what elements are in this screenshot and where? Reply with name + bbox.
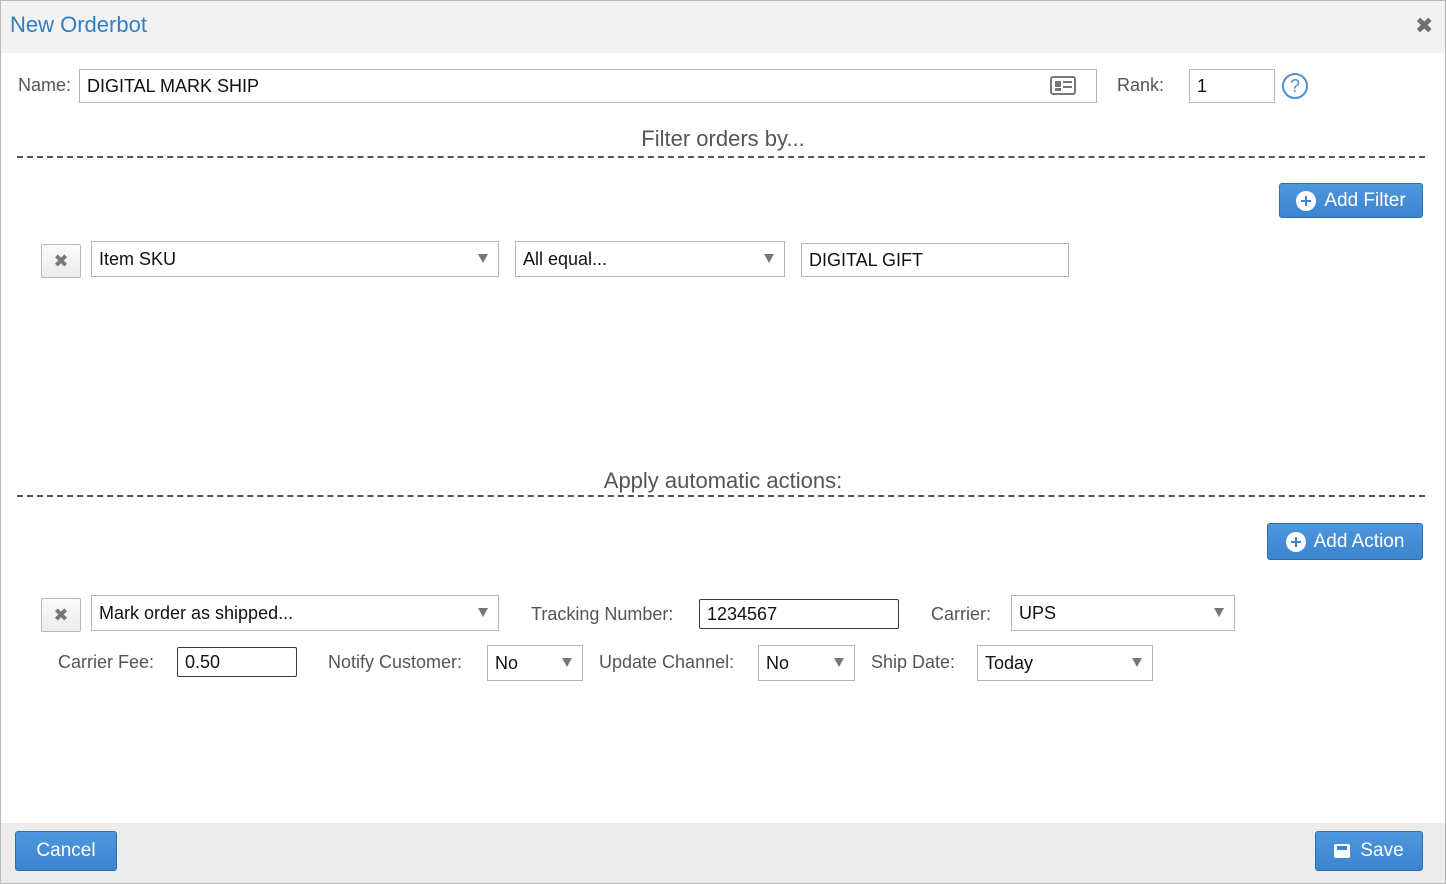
actions-section-title: Apply automatic actions: <box>603 468 843 493</box>
filter-operator-value: All equal... <box>523 248 608 269</box>
chevron-down-icon <box>764 254 774 263</box>
actions-divider <box>17 495 1425 497</box>
add-filter-button[interactable]: Add Filter <box>1279 183 1423 218</box>
remove-x-icon: ✖ <box>53 250 69 271</box>
action-type-select[interactable]: Mark order as shipped... <box>91 595 499 631</box>
remove-action-button[interactable]: ✖ <box>41 598 81 632</box>
name-input[interactable]: DIGITAL MARK SHIP <box>79 69 1097 103</box>
rank-label: Rank: <box>1117 75 1165 95</box>
chevron-down-icon <box>562 658 572 667</box>
ship-date-select[interactable]: Today <box>977 645 1153 681</box>
save-icon <box>1334 844 1351 858</box>
cancel-button[interactable]: Cancel <box>15 831 117 871</box>
chevron-down-icon <box>478 254 488 263</box>
carrier-fee-label: Carrier Fee: <box>58 652 155 672</box>
cancel-label: Cancel <box>36 840 96 861</box>
notify-customer-select[interactable]: No <box>487 645 583 681</box>
plus-circle-icon <box>1285 531 1306 552</box>
rank-input-value: 1 <box>1197 75 1208 96</box>
chevron-down-icon <box>1214 608 1224 617</box>
plus-circle-icon <box>1296 190 1317 211</box>
rank-input[interactable]: 1 <box>1189 69 1275 103</box>
filter-value-input[interactable]: DIGITAL GIFT <box>801 243 1069 277</box>
notify-customer-label: Notify Customer: <box>328 652 463 672</box>
tracking-number-value: 1234567 <box>707 603 778 624</box>
update-channel-value: No <box>766 652 790 673</box>
close-icon[interactable]: ✖ <box>1415 15 1433 37</box>
tracking-number-label: Tracking Number: <box>531 604 674 624</box>
help-icon[interactable]: ? <box>1282 73 1308 99</box>
filter-field-value: Item SKU <box>99 248 177 269</box>
carrier-fee-input[interactable]: 0.50 <box>177 647 297 677</box>
chevron-down-icon <box>1132 658 1142 667</box>
tracking-number-input[interactable]: 1234567 <box>699 599 899 629</box>
dialog-footer: Cancel Save <box>1 823 1445 883</box>
filter-divider <box>17 156 1425 158</box>
name-input-value: DIGITAL MARK SHIP <box>87 75 260 96</box>
add-filter-label: Add Filter <box>1324 189 1406 211</box>
ship-date-value: Today <box>985 652 1034 673</box>
notify-customer-value: No <box>495 652 519 673</box>
remove-x-icon: ✖ <box>53 604 69 625</box>
update-channel-select[interactable]: No <box>758 645 855 681</box>
filter-value-text: DIGITAL GIFT <box>809 249 924 270</box>
dialog-title: New Orderbot <box>10 12 147 37</box>
filter-section-title: Filter orders by... <box>641 126 805 151</box>
carrier-select[interactable]: UPS <box>1011 595 1235 631</box>
filter-field-select[interactable]: Item SKU <box>91 241 499 277</box>
carrier-value: UPS <box>1019 602 1057 623</box>
add-action-button[interactable]: Add Action <box>1267 523 1423 560</box>
chevron-down-icon <box>834 658 844 667</box>
filter-operator-select[interactable]: All equal... <box>515 241 785 277</box>
save-label: Save <box>1360 840 1404 861</box>
contact-card-icon[interactable] <box>1050 76 1076 95</box>
save-button[interactable]: Save <box>1315 831 1423 871</box>
orderbot-dialog: New Orderbot ✖ Name: DIGITAL MARK SHIP R… <box>0 0 1446 884</box>
dialog-titlebar: New Orderbot ✖ <box>1 1 1445 53</box>
add-action-label: Add Action <box>1313 530 1405 552</box>
action-type-value: Mark order as shipped... <box>99 602 294 623</box>
remove-filter-button[interactable]: ✖ <box>41 244 81 278</box>
chevron-down-icon <box>478 608 488 617</box>
update-channel-label: Update Channel: <box>599 652 735 672</box>
carrier-fee-value: 0.50 <box>185 651 221 672</box>
name-label: Name: <box>18 75 72 95</box>
ship-date-label: Ship Date: <box>871 652 956 672</box>
carrier-label: Carrier: <box>931 604 992 624</box>
